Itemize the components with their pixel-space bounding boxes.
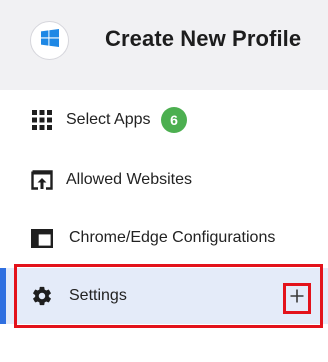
apps-count-badge: 6	[161, 107, 187, 133]
nav-label-allowed-websites: Allowed Websites	[66, 171, 192, 188]
nav-item-chrome-edge-configurations[interactable]: Chrome/Edge Configurations	[0, 210, 328, 266]
windows-logo-icon	[40, 29, 59, 52]
nav-label-select-apps: Select Apps	[66, 111, 151, 128]
nav-label-chrome-edge: Chrome/Edge Configurations	[69, 229, 276, 246]
page-title: Create New Profile	[105, 26, 302, 51]
settings-expand-button[interactable]	[283, 283, 311, 314]
grid-icon	[31, 109, 53, 131]
nav-item-allowed-websites[interactable]: Allowed Websites	[0, 152, 328, 208]
profile-header: Create New Profile	[0, 0, 328, 90]
plus-icon	[290, 289, 304, 308]
os-badge	[30, 21, 69, 60]
nav-item-select-apps[interactable]: Select Apps 6	[0, 92, 328, 148]
settings-highlight-box	[14, 264, 323, 328]
browser-window-icon	[31, 227, 53, 249]
upload-window-icon	[31, 169, 53, 191]
active-indicator	[0, 268, 6, 324]
